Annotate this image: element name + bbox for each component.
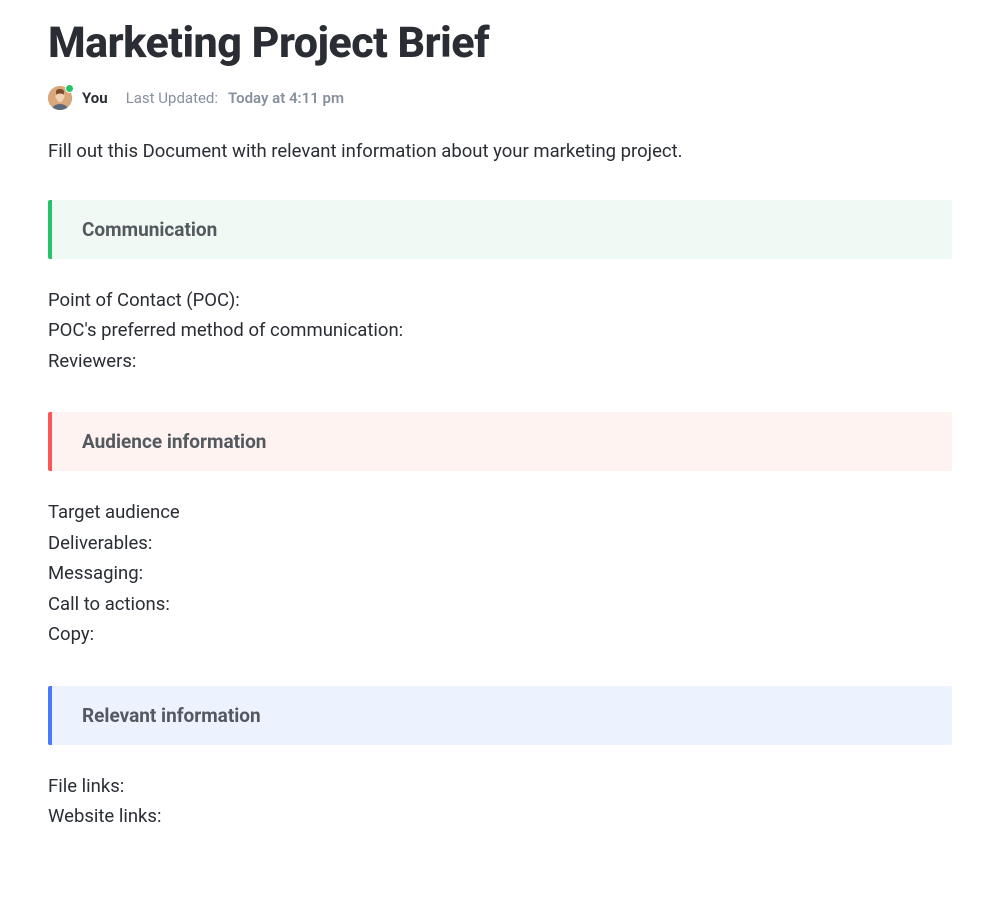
field-list-audience[interactable]: Target audience Deliverables: Messaging:… — [48, 497, 952, 650]
field-line[interactable]: Reviewers: — [48, 346, 952, 377]
intro-text[interactable]: Fill out this Document with relevant inf… — [48, 138, 952, 166]
field-line[interactable]: Messaging: — [48, 558, 952, 589]
last-updated-value: Today at 4:11 pm — [228, 89, 344, 107]
section-banner-audience[interactable]: Audience information — [48, 412, 952, 471]
field-line[interactable]: Deliverables: — [48, 528, 952, 559]
field-line[interactable]: Copy: — [48, 619, 952, 650]
section-heading-audience[interactable]: Audience information — [82, 430, 922, 453]
field-line[interactable]: Call to actions: — [48, 589, 952, 620]
field-line[interactable]: Website links: — [48, 801, 952, 832]
field-line[interactable]: POC's preferred method of communication: — [48, 315, 952, 346]
page-title[interactable]: Marketing Project Brief — [48, 18, 952, 68]
field-line[interactable]: Target audience — [48, 497, 952, 528]
section-banner-communication[interactable]: Communication — [48, 200, 952, 259]
section-banner-relevant[interactable]: Relevant information — [48, 686, 952, 745]
last-updated-label: Last Updated: — [126, 89, 218, 107]
section-heading-communication[interactable]: Communication — [82, 218, 922, 241]
author-name[interactable]: You — [82, 89, 108, 107]
presence-indicator-icon — [65, 84, 74, 93]
field-line[interactable]: Point of Contact (POC): — [48, 285, 952, 316]
section-heading-relevant[interactable]: Relevant information — [82, 704, 922, 727]
field-line[interactable]: File links: — [48, 771, 952, 802]
field-list-communication[interactable]: Point of Contact (POC): POC's preferred … — [48, 285, 952, 377]
field-list-relevant[interactable]: File links: Website links: — [48, 771, 952, 832]
meta-row: You Last Updated: Today at 4:11 pm — [48, 86, 952, 110]
author-avatar[interactable] — [48, 86, 72, 110]
